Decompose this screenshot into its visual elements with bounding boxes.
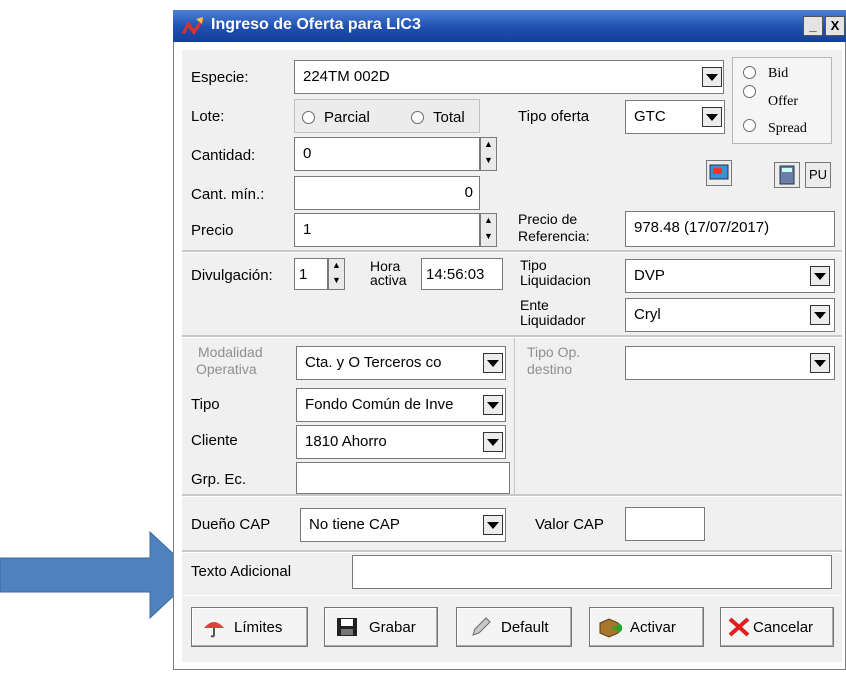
- umbrella-icon: [204, 622, 224, 638]
- ente-liquidador-label-1: Ente: [520, 297, 549, 313]
- limites-button[interactable]: Límites: [191, 607, 308, 647]
- tipo-oferta-label: Tipo oferta: [518, 108, 590, 125]
- bid-radio[interactable]: [743, 66, 756, 79]
- tipo-liquidacion-dropdown-icon[interactable]: [810, 266, 830, 286]
- pu-button[interactable]: PU: [805, 162, 831, 188]
- calculator-icon[interactable]: [774, 162, 800, 188]
- bid-label: Bid: [768, 66, 789, 81]
- grp-ec-label: Grp. Ec.: [191, 471, 247, 488]
- ente-liquidador-select[interactable]: Cryl: [625, 298, 835, 332]
- spread-label: Spread: [768, 121, 807, 136]
- offer-label: Offer: [768, 94, 799, 109]
- cancelar-button[interactable]: Cancelar: [720, 607, 834, 647]
- annotation-arrow: [0, 530, 197, 620]
- grp-ec-field[interactable]: [296, 462, 510, 494]
- parcial-label: Parcial: [324, 109, 370, 126]
- tipo-liquidacion-select[interactable]: DVP: [625, 259, 835, 293]
- pencil-icon: [472, 617, 491, 636]
- activar-label: Activar: [630, 619, 676, 636]
- tipo-op-destino-dropdown-icon[interactable]: [810, 353, 830, 373]
- activar-button[interactable]: Activar: [589, 607, 704, 647]
- precio-ref-label-2: Referencia:: [518, 228, 590, 244]
- texto-adicional-label: Texto Adicional: [191, 563, 292, 580]
- dueno-cap-select[interactable]: No tiene CAP: [300, 508, 506, 542]
- precio-field[interactable]: 1: [294, 213, 480, 247]
- divider: [182, 550, 842, 552]
- offer-radio[interactable]: [743, 85, 756, 98]
- valor-cap-field[interactable]: [625, 507, 705, 541]
- cliente-select[interactable]: 1810 Ahorro: [296, 425, 506, 459]
- precio-spinner[interactable]: ▲ ▼: [480, 213, 497, 247]
- tipo-oferta-dropdown-icon[interactable]: [702, 107, 722, 127]
- modalidad-label-2: Operativa: [196, 361, 257, 377]
- default-button[interactable]: Default: [456, 607, 572, 647]
- grabar-button[interactable]: Grabar: [324, 607, 438, 647]
- hora-activa-field[interactable]: 14:56:03: [421, 258, 503, 290]
- total-radio[interactable]: [411, 111, 424, 124]
- save-icon: [337, 618, 357, 636]
- close-button[interactable]: X: [825, 16, 845, 36]
- ente-liquidador-dropdown-icon[interactable]: [810, 305, 830, 325]
- tipo-op-destino-select[interactable]: [625, 346, 835, 380]
- especie-dropdown-icon[interactable]: [702, 67, 722, 87]
- divider: [514, 338, 515, 494]
- hora-label-1: Hora: [370, 258, 401, 274]
- modalidad-select[interactable]: Cta. y O Terceros co: [296, 346, 506, 380]
- cant-min-label: Cant. mín.:: [191, 186, 265, 203]
- cliente-label: Cliente: [191, 432, 238, 449]
- hora-label-2: activa: [370, 272, 407, 288]
- spread-radio[interactable]: [743, 119, 756, 132]
- cantidad-spinner[interactable]: ▲ ▼: [480, 137, 497, 171]
- valor-cap-label: Valor CAP: [535, 516, 604, 533]
- divulgacion-field[interactable]: 1: [294, 258, 328, 290]
- minimize-button[interactable]: _: [803, 16, 823, 36]
- package-arrow-icon: [599, 618, 622, 638]
- divider: [182, 335, 842, 337]
- cliente-dropdown-icon[interactable]: [483, 432, 503, 452]
- tipo-op-label-1: Tipo Op.: [527, 344, 581, 360]
- app-icon: [182, 17, 204, 35]
- cancelar-label: Cancelar: [753, 619, 814, 636]
- chart-icon[interactable]: [706, 160, 732, 186]
- divider: [182, 250, 842, 252]
- dueno-cap-dropdown-icon[interactable]: [483, 515, 503, 535]
- default-label: Default: [501, 619, 549, 636]
- tipo-dropdown-icon[interactable]: [483, 395, 503, 415]
- tipo-label: Tipo: [191, 396, 220, 413]
- divulgacion-spinner[interactable]: ▲ ▼: [328, 258, 345, 290]
- texto-adicional-field[interactable]: [352, 555, 832, 589]
- tipo-liquidacion-label-1: Tipo: [520, 257, 547, 273]
- lote-label: Lote:: [191, 108, 225, 125]
- total-label: Total: [433, 109, 465, 126]
- tipo-op-label-2: destino: [527, 361, 573, 377]
- cancel-icon: [728, 617, 750, 637]
- divulgacion-label: Divulgación:: [191, 267, 273, 284]
- grabar-label: Grabar: [369, 619, 416, 636]
- tipo-liquidacion-label-2: Liquidacion: [520, 272, 591, 288]
- cap-panel: [182, 497, 842, 550]
- precio-ref-label-1: Precio de: [518, 211, 578, 227]
- especie-label: Especie:: [191, 69, 249, 86]
- parcial-radio[interactable]: [302, 111, 315, 124]
- window-title: Ingreso de Oferta para LIC3: [211, 16, 421, 33]
- cantidad-label: Cantidad:: [191, 147, 256, 164]
- cant-min-field[interactable]: 0: [294, 176, 480, 210]
- precio-ref-field[interactable]: 978.48 (17/07/2017): [625, 211, 835, 247]
- cantidad-field[interactable]: 0: [294, 137, 480, 171]
- precio-label: Precio: [191, 222, 234, 239]
- tipo-select[interactable]: Fondo Común de Inve: [296, 388, 506, 422]
- dueno-cap-label: Dueño CAP: [191, 516, 271, 533]
- divider: [182, 494, 842, 496]
- especie-field[interactable]: 224TM 002D: [294, 60, 724, 94]
- ente-liquidador-label-2: Liquidador: [520, 312, 586, 328]
- modalidad-label-1: Modalidad: [198, 344, 263, 360]
- limites-label: Límites: [234, 619, 283, 636]
- modalidad-dropdown-icon[interactable]: [483, 353, 503, 373]
